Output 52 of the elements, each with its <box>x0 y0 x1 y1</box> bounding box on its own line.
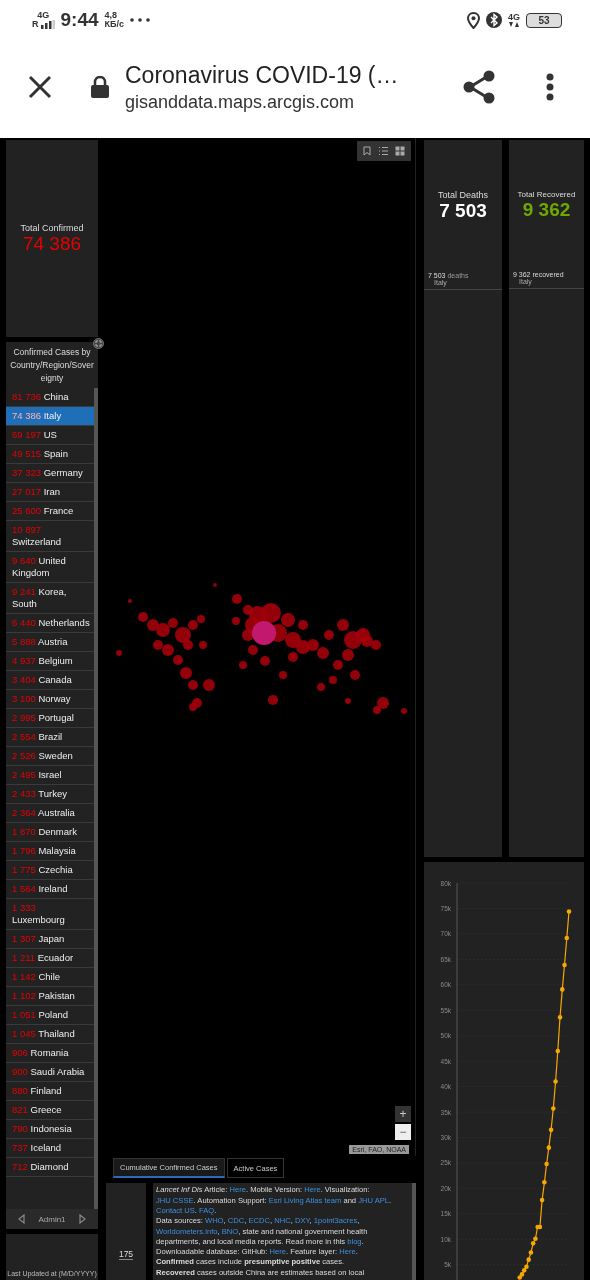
network-type: 4G <box>37 11 50 20</box>
grid-icon[interactable] <box>395 146 405 156</box>
network-type: 4G <box>508 13 520 22</box>
menu-icon[interactable] <box>546 73 554 101</box>
expand-icon[interactable] <box>93 338 104 349</box>
country-list-title: Confirmed Cases by Country/Region/Sovereignty <box>9 346 95 385</box>
data-point <box>555 1048 561 1054</box>
count-value: 175 <box>118 1249 134 1260</box>
roaming-indicator: R <box>32 20 39 29</box>
speed-unit: КБ/с <box>104 20 124 29</box>
total-confirmed-label: Total Confirmed <box>20 222 84 233</box>
data-point <box>566 909 572 914</box>
total-confirmed-value: 74 386 <box>22 232 82 255</box>
total-deaths-label: Total Deaths <box>438 190 488 200</box>
total-deaths-value: 7 503 <box>439 200 487 222</box>
signal-icon <box>40 20 55 29</box>
total-recovered-label: Total Recovered <box>517 190 576 199</box>
zoom-in-button[interactable]: + <box>395 1106 411 1123</box>
location-icon <box>467 11 480 29</box>
pager-label: Admin1 <box>38 1214 66 1224</box>
data-point <box>548 1127 554 1133</box>
data-point <box>553 1079 558 1084</box>
list-icon[interactable] <box>378 146 388 156</box>
bluetooth-icon <box>486 11 502 29</box>
data-point <box>542 1180 547 1185</box>
data-point <box>551 1106 556 1111</box>
next-icon[interactable] <box>79 1214 86 1224</box>
bookmark-icon[interactable] <box>363 146 371 156</box>
network-speed: 4,8 <box>104 11 118 20</box>
zoom-out-button[interactable]: − <box>395 1124 411 1141</box>
data-point <box>544 1161 549 1167</box>
data-point <box>546 1145 552 1150</box>
battery-percent: 53 <box>538 14 550 26</box>
clock-time: 9:44 <box>60 9 99 31</box>
close-icon[interactable] <box>28 75 52 99</box>
data-point <box>557 1015 563 1020</box>
data-point <box>539 1197 545 1203</box>
scrollbar[interactable] <box>94 388 98 1209</box>
share-icon[interactable] <box>463 70 495 104</box>
country-row[interactable]: 74 386 Italy <box>6 407 94 426</box>
data-point <box>560 987 565 992</box>
previous-icon[interactable] <box>18 1214 25 1224</box>
more-icon <box>130 18 150 22</box>
total-recovered-value: 9 362 <box>522 199 571 221</box>
data-arrows-icon <box>509 22 519 27</box>
lock-icon <box>91 76 109 98</box>
page-title: Coronavirus COVID-19 (… <box>125 61 400 89</box>
data-point <box>528 1250 534 1255</box>
data-point <box>526 1257 531 1262</box>
data-point <box>562 962 567 968</box>
data-point <box>564 935 570 941</box>
page-url: gisanddata.maps.arcgis.com <box>125 91 356 113</box>
